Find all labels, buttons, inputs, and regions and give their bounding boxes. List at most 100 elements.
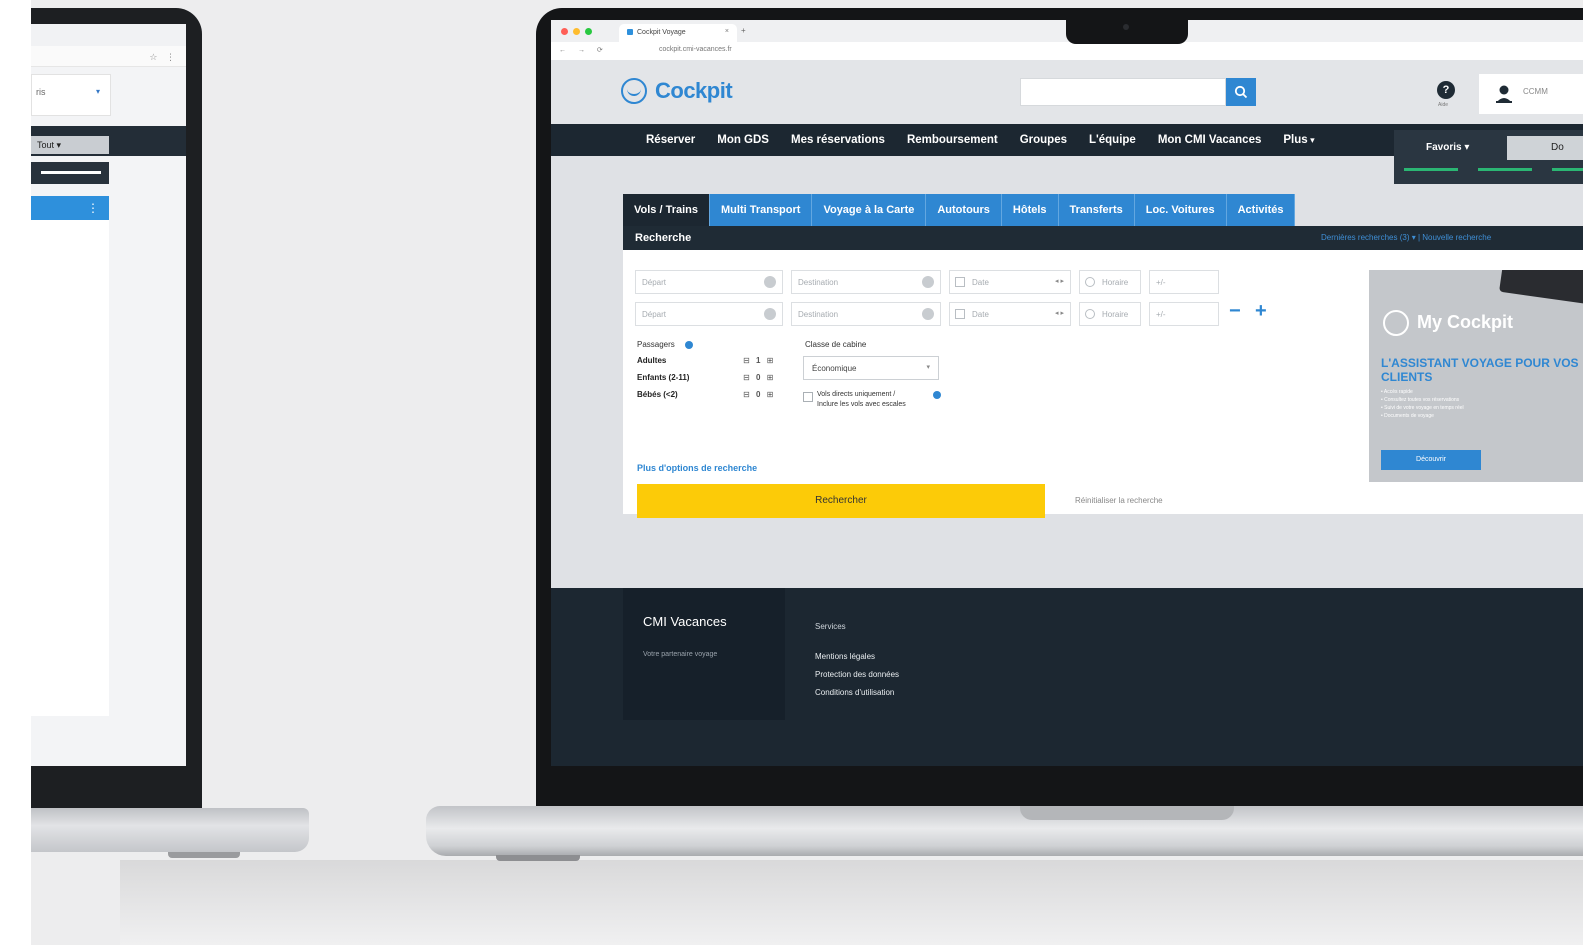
favorites-button[interactable]: Do: [1507, 136, 1583, 160]
flex-placeholder: +/-: [1156, 310, 1166, 319]
destination-field-1[interactable]: Destination: [791, 270, 941, 294]
footer-tagline: Votre partenaire voyage: [643, 651, 718, 658]
direct-flights-checkbox[interactable]: [803, 392, 813, 402]
date-field-2[interactable]: Date ◂ ▸: [949, 302, 1071, 326]
info-icon[interactable]: [685, 341, 693, 349]
nav-item-equipe[interactable]: L'équipe: [1078, 124, 1147, 156]
pax-value-adults: 1: [755, 356, 763, 365]
tab-autotours[interactable]: Autotours: [926, 194, 1002, 226]
user-name: CCMM: [1523, 87, 1548, 96]
promo-bullets: • Accès rapide • Consultez toutes vos ré…: [1381, 388, 1581, 420]
footer-link-terms[interactable]: Conditions d'utilisation: [815, 688, 894, 697]
time-field-1[interactable]: Horaire: [1079, 270, 1141, 294]
quantity-stepper[interactable]: ⊟ 0 ⊞: [743, 373, 775, 382]
more-options-link[interactable]: Plus d'options de recherche: [637, 463, 757, 473]
favorites-indicator: [1478, 168, 1532, 171]
tab-transferts[interactable]: Transferts: [1058, 194, 1135, 226]
flex-field-1[interactable]: +/-: [1149, 270, 1219, 294]
cockpit-logo-icon: [1383, 310, 1409, 336]
reset-search-link[interactable]: Réinitialiser la recherche: [1075, 496, 1163, 505]
browser-tab[interactable]: Cockpit Voyage ×: [619, 24, 737, 42]
pax-value-children: 0: [755, 373, 763, 382]
close-window-icon[interactable]: [561, 28, 568, 35]
pax-label-children: Enfants (2-11): [637, 373, 690, 382]
tab-activites[interactable]: Activités: [1226, 194, 1296, 226]
desk-shadow: [120, 860, 1583, 945]
left-laptop-foot: [168, 852, 240, 858]
footer-link-privacy[interactable]: Protection des données: [815, 670, 899, 679]
time-placeholder: Horaire: [1102, 278, 1129, 287]
location-icon: [764, 276, 776, 288]
product-tabs: Vols / Trains Multi Transport Voyage à l…: [623, 194, 1296, 226]
location-icon: [764, 308, 776, 320]
nav-item-reserver[interactable]: Réserver: [635, 124, 706, 156]
clock-icon: [1085, 277, 1095, 287]
new-tab-icon[interactable]: +: [741, 26, 746, 35]
maximize-window-icon[interactable]: [585, 28, 592, 35]
nav-item-mon-cmi[interactable]: Mon CMI Vacances: [1147, 124, 1273, 156]
browser-nav-icons[interactable]: ← → ⟳: [559, 46, 608, 54]
nav-item-groupes[interactable]: Groupes: [1009, 124, 1078, 156]
browser-menu-icon[interactable]: ☆ ⋮: [149, 52, 178, 63]
left-dropdown[interactable]: ris ▾: [31, 74, 111, 116]
promo-bullet: • Suivi de votre voyage en temps réel: [1381, 405, 1464, 411]
tab-vols-trains[interactable]: Vols / Trains: [623, 194, 710, 226]
time-field-2[interactable]: Horaire: [1079, 302, 1141, 326]
flex-field-2[interactable]: +/-: [1149, 302, 1219, 326]
origin-field-1[interactable]: Départ: [635, 270, 783, 294]
left-filter-button[interactable]: Tout ▾: [31, 136, 109, 154]
destination-field-2[interactable]: Destination: [791, 302, 941, 326]
nav-item-remboursement[interactable]: Remboursement: [896, 124, 1009, 156]
recent-searches-link[interactable]: Dernières recherches (3) ▾ | Nouvelle re…: [1321, 233, 1491, 242]
user-menu[interactable]: CCMM: [1479, 74, 1583, 114]
tab-hotels[interactable]: Hôtels: [1001, 194, 1059, 226]
calendar-icon: [955, 309, 965, 319]
minimize-window-icon[interactable]: [573, 28, 580, 35]
remove-leg-icon[interactable]: −: [1229, 300, 1241, 323]
date-field-1[interactable]: Date ◂ ▸: [949, 270, 1071, 294]
quantity-stepper[interactable]: ⊟ 1 ⊞: [743, 356, 775, 365]
left-dropdown-value: ris: [36, 87, 46, 97]
favorites-button-label: Do: [1551, 142, 1564, 153]
right-laptop-base: [426, 806, 1583, 856]
nav-item-plus[interactable]: Plus: [1272, 124, 1325, 156]
info-icon[interactable]: [933, 391, 941, 399]
kebab-menu-icon[interactable]: ⋮: [87, 201, 99, 215]
cabin-label: Classe de cabine: [805, 340, 867, 349]
nav-item-reservations[interactable]: Mes réservations: [780, 124, 896, 156]
tab-multi-transport[interactable]: Multi Transport: [710, 194, 813, 226]
promo-headline: L'ASSISTANT VOYAGE POUR VOS CLIENTS: [1381, 356, 1579, 384]
nav-item-mon-gds[interactable]: Mon GDS: [706, 124, 780, 156]
right-laptop-foot: [496, 855, 580, 861]
footer-column-title: Services: [815, 622, 846, 631]
search-input[interactable]: [1020, 78, 1226, 106]
promo-button[interactable]: Découvrir: [1381, 450, 1481, 470]
help-icon[interactable]: ?: [1437, 81, 1455, 99]
tab-voyage-carte[interactable]: Voyage à la Carte: [812, 194, 927, 226]
tab-loc-voitures[interactable]: Loc. Voitures: [1134, 194, 1227, 226]
close-tab-icon[interactable]: ×: [725, 28, 729, 35]
origin-placeholder: Départ: [642, 310, 667, 319]
browser-url[interactable]: cockpit.cmi-vacances.fr: [659, 46, 732, 53]
quantity-stepper[interactable]: ⊟ 0 ⊞: [743, 390, 775, 399]
left-action-button[interactable]: [31, 162, 109, 184]
favorites-panel: Favoris ▾ Do: [1394, 130, 1583, 184]
cockpit-logo[interactable]: Cockpit: [621, 76, 761, 108]
favorites-dropdown[interactable]: Favoris ▾: [1426, 142, 1469, 153]
cabin-value: Économique: [812, 364, 857, 373]
search-button[interactable]: [1226, 78, 1256, 106]
left-browser-urlbar: ☆ ⋮: [31, 46, 186, 67]
left-selected-row[interactable]: ⋮: [31, 196, 109, 220]
user-icon: [1496, 85, 1512, 103]
add-leg-icon[interactable]: +: [1255, 300, 1267, 323]
cabin-select[interactable]: Économique ▾: [803, 356, 939, 380]
passengers-label: Passagers: [637, 340, 675, 349]
destination-placeholder: Destination: [798, 310, 839, 319]
pax-label-infants: Bébés (<2): [637, 390, 678, 399]
origin-field-2[interactable]: Départ: [635, 302, 783, 326]
promo-bullet: • Consultez toutes vos réservations: [1381, 397, 1460, 403]
page-margin: [0, 0, 31, 945]
footer-link-legal[interactable]: Mentions légales: [815, 652, 875, 661]
search-submit-button[interactable]: Rechercher: [637, 484, 1045, 518]
pax-value-infants: 0: [755, 390, 763, 399]
